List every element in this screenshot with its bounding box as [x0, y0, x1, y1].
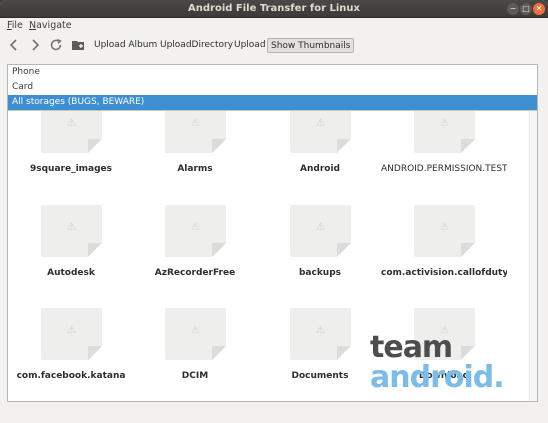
folder-label: 9square_images [29, 164, 113, 174]
watermark-android-text: android. [370, 360, 505, 395]
folder-label: Alarms [177, 164, 213, 174]
missing-thumbnail-icon: ⚠ [414, 205, 475, 257]
menu-file[interactable]: File [7, 20, 23, 31]
warning-icon: ⚠ [191, 325, 200, 336]
folder-item[interactable]: ⚠ com.activision.callofduty... [381, 205, 507, 285]
warning-icon: ⚠ [440, 222, 449, 233]
status-bar [0, 404, 548, 423]
storage-dropdown[interactable]: Phone Card All storages (BUGS, BEWARE) [8, 65, 537, 111]
missing-thumbnail-icon: ⚠ [165, 205, 226, 257]
missing-thumbnail-icon: ⚠ [290, 308, 351, 360]
title-bar[interactable]: Android File Transfer for Linux − □ ✕ [0, 0, 548, 18]
warning-icon: ⚠ [316, 325, 325, 336]
warning-icon: ⚠ [67, 222, 76, 233]
storage-item-phone[interactable]: Phone [8, 65, 537, 80]
folder-label: ANDROID.PERMISSION.TEST [381, 164, 507, 174]
missing-thumbnail-icon: ⚠ [165, 308, 226, 360]
folder-label: Documents [291, 371, 349, 381]
warning-icon: ⚠ [440, 118, 449, 129]
menu-file-label: ile [11, 20, 23, 31]
folder-label: AzRecorderFree [154, 268, 236, 278]
folder-label: com.facebook.katana [16, 371, 126, 381]
folder-label: com.activision.callofduty... [381, 268, 507, 278]
folder-item[interactable]: ⚠ ANDROID.PERMISSION.TEST [381, 101, 507, 181]
upload-button[interactable]: Upload [231, 38, 269, 53]
folder-item[interactable]: ⚠ AzRecorderFree [132, 205, 242, 285]
folder-label: DCIM [181, 371, 209, 381]
warning-icon: ⚠ [67, 118, 76, 129]
maximize-button[interactable]: □ [520, 3, 532, 15]
upload-directory-button[interactable]: UploadDirectory [157, 38, 236, 53]
toolbar: Upload Album UploadDirectory Upload Show… [0, 33, 548, 59]
new-folder-icon[interactable] [70, 37, 86, 53]
menu-navigate[interactable]: Navigate [29, 20, 72, 31]
missing-thumbnail-icon: ⚠ [41, 205, 102, 257]
back-arrow-icon[interactable] [6, 37, 22, 53]
storage-item-card[interactable]: Card [8, 80, 537, 95]
folder-item[interactable]: ⚠ backups [257, 205, 367, 285]
forward-arrow-icon[interactable] [27, 37, 43, 53]
upload-album-button[interactable]: Upload Album [91, 38, 160, 53]
folder-item[interactable]: ⚠ Autodesk [8, 205, 118, 285]
folder-item[interactable]: ⚠ Android [257, 101, 367, 181]
close-button[interactable]: ✕ [533, 3, 545, 15]
folder-item[interactable]: ⚠ DCIM [132, 308, 242, 388]
minimize-button[interactable]: − [507, 3, 519, 15]
menu-bar: File Navigate [0, 18, 548, 33]
warning-icon: ⚠ [316, 118, 325, 129]
folder-label: Android [300, 164, 340, 174]
folder-label: backups [298, 268, 342, 278]
warning-icon: ⚠ [191, 222, 200, 233]
folder-item[interactable]: ⚠ 9square_images [8, 101, 118, 181]
missing-thumbnail-icon: ⚠ [41, 308, 102, 360]
storage-item-all[interactable]: All storages (BUGS, BEWARE) [8, 95, 537, 110]
warning-icon: ⚠ [67, 325, 76, 336]
refresh-icon[interactable] [48, 37, 64, 53]
folder-label: Autodesk [47, 268, 95, 278]
show-thumbnails-button[interactable]: Show Thumbnails [267, 38, 355, 53]
app-window: Android File Transfer for Linux − □ ✕ Fi… [0, 0, 548, 423]
window-title: Android File Transfer for Linux [188, 3, 360, 14]
folder-item[interactable]: ⚠ com.facebook.katana [8, 308, 125, 388]
missing-thumbnail-icon: ⚠ [290, 205, 351, 257]
vertical-scrollbar[interactable] [529, 65, 537, 401]
warning-icon: ⚠ [191, 118, 200, 129]
watermark-logo: team android. [366, 330, 526, 400]
folder-item[interactable]: ⚠ Documents [257, 308, 367, 388]
folder-item[interactable]: ⚠ Alarms [132, 101, 242, 181]
warning-icon: ⚠ [316, 222, 325, 233]
menu-navigate-label: avigate [36, 20, 72, 31]
